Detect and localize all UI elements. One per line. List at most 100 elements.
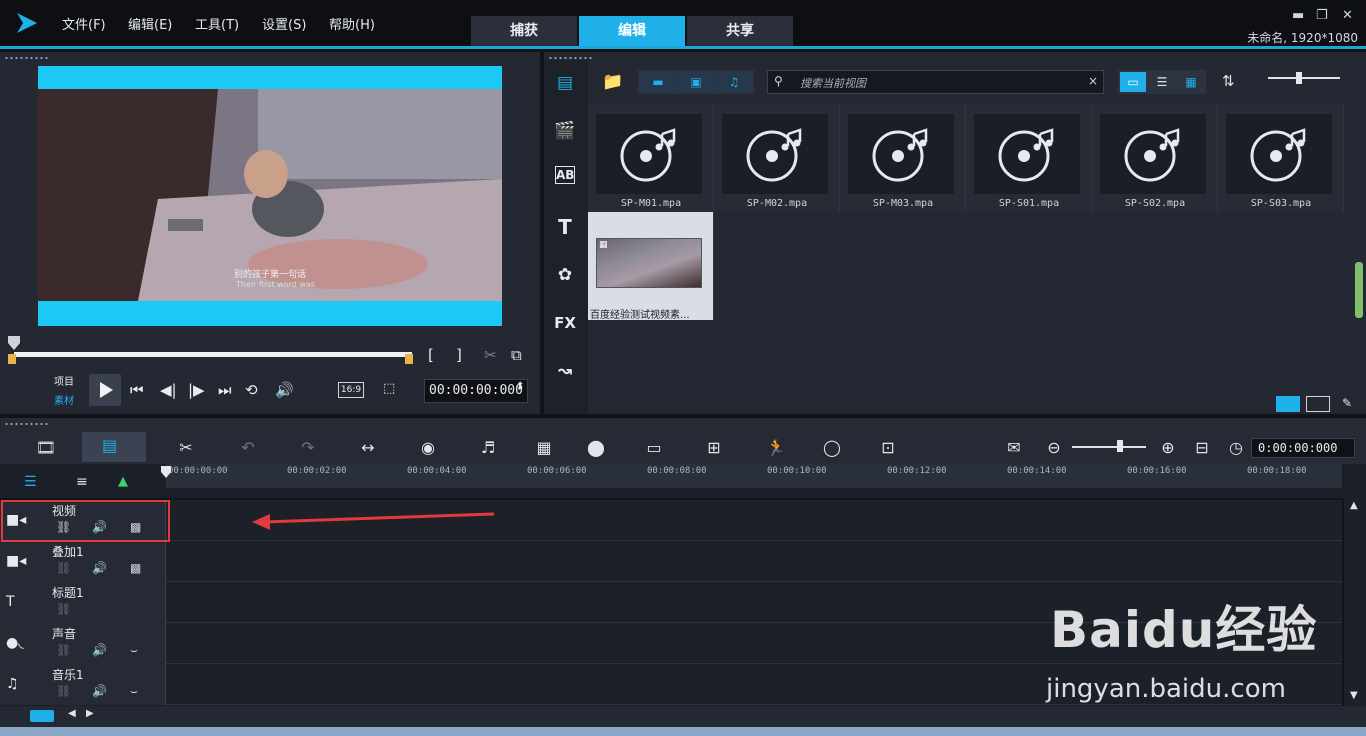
menu-edit[interactable]: 编辑(E) xyxy=(128,14,172,33)
track-transparency-icon[interactable]: ▩ xyxy=(130,561,141,575)
library-video-item[interactable]: ▦ 百度经验测试视频素... xyxy=(588,212,714,321)
zoom-out-icon[interactable]: ⊖ xyxy=(1040,436,1068,460)
timeline-vertical-scrollbar[interactable] xyxy=(1344,498,1366,706)
scrubber-bar[interactable] xyxy=(14,352,412,357)
playhead-handle[interactable] xyxy=(161,466,171,478)
record-icon[interactable]: ◉ xyxy=(414,436,442,460)
library-item[interactable]: SP-M02.mpa xyxy=(714,104,840,212)
list-view-icon[interactable]: ☰ xyxy=(1149,72,1175,92)
restore-icon[interactable]: ❐ xyxy=(1316,8,1328,23)
split-screen-icon[interactable]: ⊞ xyxy=(700,436,728,460)
undo-icon[interactable]: ↶ xyxy=(234,436,262,460)
home-icon[interactable]: ⏮ xyxy=(130,381,144,399)
transition-icon[interactable]: AB xyxy=(555,166,575,184)
mode-clip-label[interactable]: 素材 xyxy=(54,392,74,407)
play-button[interactable] xyxy=(89,374,121,406)
zoom-slider-handle[interactable] xyxy=(1117,440,1123,452)
scrubber-handle[interactable] xyxy=(8,336,20,350)
zoom-in-icon[interactable]: ⊕ xyxy=(1154,436,1182,460)
library-item[interactable]: SP-S03.mpa xyxy=(1218,104,1344,212)
show-video-icon[interactable]: ▬ xyxy=(640,72,676,92)
storyboard-view-icon[interactable]: 🎞 xyxy=(32,436,60,460)
show-audio-icon[interactable]: ♫ xyxy=(716,72,752,92)
thumbnail-view-icon[interactable]: ▭ xyxy=(1120,72,1146,92)
close-icon[interactable]: ✕ xyxy=(1342,8,1353,23)
clear-search-icon[interactable]: × xyxy=(1088,74,1098,88)
subtitle-editor-icon[interactable]: ▭ xyxy=(640,436,668,460)
preview-video[interactable]: 别的孩子第一句话 Their first word was xyxy=(38,89,502,301)
timeline-view-button[interactable]: ▤ xyxy=(82,432,146,462)
scroll-right-icon[interactable]: ▶ xyxy=(86,708,94,719)
track-audio-ducking-icon[interactable]: ⌣ xyxy=(130,643,138,658)
library-item[interactable]: SP-M03.mpa xyxy=(840,104,966,212)
library-scrollbar[interactable] xyxy=(1355,262,1363,318)
ripple-link-icon[interactable]: ⛓ xyxy=(56,643,71,657)
fit-timeline-icon[interactable]: ↔ xyxy=(354,436,382,460)
track-overlay[interactable]: ■◂ 叠加1 ⛓ 🔊 ▩ xyxy=(0,541,1342,582)
next-frame-icon[interactable]: |▶ xyxy=(188,381,205,399)
timeline-fit-icon[interactable] xyxy=(30,710,54,722)
grid-view-icon[interactable]: ▦ xyxy=(1178,72,1204,92)
library-item[interactable]: SP-S01.mpa xyxy=(966,104,1092,212)
track-volume-icon[interactable]: 🔊 xyxy=(92,561,107,575)
auto-music-icon[interactable]: ♬ xyxy=(474,436,502,460)
tools-icon[interactable]: ✂ xyxy=(172,436,200,460)
media-icon[interactable]: ▤ xyxy=(552,70,578,96)
zoom-slider[interactable] xyxy=(1072,446,1146,448)
mode-project-label[interactable]: 项目 xyxy=(54,373,74,388)
sort-icon[interactable]: ⇅ xyxy=(1222,72,1235,90)
crop-icon[interactable]: ⬚ xyxy=(383,381,395,396)
mark-out-icon[interactable]: ] xyxy=(456,346,462,364)
library-item[interactable]: SP-M01.mpa xyxy=(588,104,714,212)
options-panel-toggle-icon[interactable] xyxy=(1306,396,1330,412)
path-icon[interactable]: ↝ xyxy=(552,358,578,384)
end-icon[interactable]: ⏭ xyxy=(218,381,232,399)
track-manager-icon[interactable]: ☰ xyxy=(24,474,37,490)
timeline-timecode[interactable]: 0:00:00:000 xyxy=(1251,438,1355,458)
repeat-icon[interactable]: ⟲ xyxy=(245,381,258,399)
panel-grip[interactable] xyxy=(4,56,50,60)
time-remap-icon[interactable]: 🏃 xyxy=(762,436,790,460)
enlarge-preview-icon[interactable]: ⧉ xyxy=(511,346,522,364)
mask-creator-icon[interactable]: ◯ xyxy=(818,436,846,460)
minimize-icon[interactable]: ▬ xyxy=(1292,8,1304,23)
tab-edit[interactable]: 编辑 xyxy=(579,16,685,46)
tab-capture[interactable]: 捕获 xyxy=(471,16,577,46)
instant-project-icon[interactable]: 🎬 xyxy=(552,118,578,144)
smart-proxy-icon[interactable]: ✉ xyxy=(1000,436,1028,460)
menu-tools[interactable]: 工具(T) xyxy=(195,14,239,33)
chapter-point-icon[interactable]: ▲ xyxy=(118,474,128,489)
thumbnail-size-handle[interactable] xyxy=(1296,72,1302,84)
ripple-link-icon[interactable]: ⛓ xyxy=(56,602,71,616)
show-photo-icon[interactable]: ▣ xyxy=(678,72,714,92)
aspect-ratio-button[interactable]: 16:9 xyxy=(338,382,364,398)
panel-grip[interactable] xyxy=(4,422,50,426)
library-panel-toggle-icon[interactable] xyxy=(1276,396,1300,412)
scroll-down-icon[interactable]: ▼ xyxy=(1350,690,1358,701)
title-icon[interactable]: T xyxy=(552,214,578,240)
clock-icon[interactable]: ◷ xyxy=(1222,436,1250,460)
track-video[interactable]: ■◂ 视频 ⛓ 🔊 ▩ xyxy=(0,500,1342,541)
previous-frame-icon[interactable]: ◀| xyxy=(160,381,177,399)
add-folder-icon[interactable]: 📁 xyxy=(602,72,623,92)
multicam-icon[interactable]: ⬤ xyxy=(582,436,610,460)
ripple-link-icon[interactable]: ⛓ xyxy=(56,561,71,575)
add-track-icon[interactable]: ≡ xyxy=(76,474,88,490)
ripple-link-icon[interactable]: ⛓ xyxy=(56,684,71,698)
redo-icon[interactable]: ↷ xyxy=(294,436,322,460)
scroll-left-icon[interactable]: ◀ xyxy=(68,708,76,719)
tab-share[interactable]: 共享 xyxy=(687,16,793,46)
menu-settings[interactable]: 设置(S) xyxy=(262,14,306,33)
mark-in-icon[interactable]: [ xyxy=(428,346,434,364)
timecode-stepper-icon[interactable]: ⬍ xyxy=(516,381,524,392)
library-item[interactable]: SP-S02.mpa xyxy=(1092,104,1218,212)
menu-file[interactable]: 文件(F) xyxy=(62,14,106,33)
filter-icon[interactable]: FX xyxy=(552,310,578,336)
volume-icon[interactable]: 🔊 xyxy=(275,381,294,399)
track-volume-icon[interactable]: 🔊 xyxy=(92,643,107,657)
fit-project-icon[interactable]: ⊟ xyxy=(1188,436,1216,460)
track-audio-ducking-icon[interactable]: ⌣ xyxy=(130,684,138,699)
trim-end-marker[interactable] xyxy=(405,354,413,364)
motion-tracking-icon[interactable]: ▦ xyxy=(530,436,558,460)
trim-start-marker[interactable] xyxy=(8,354,16,364)
